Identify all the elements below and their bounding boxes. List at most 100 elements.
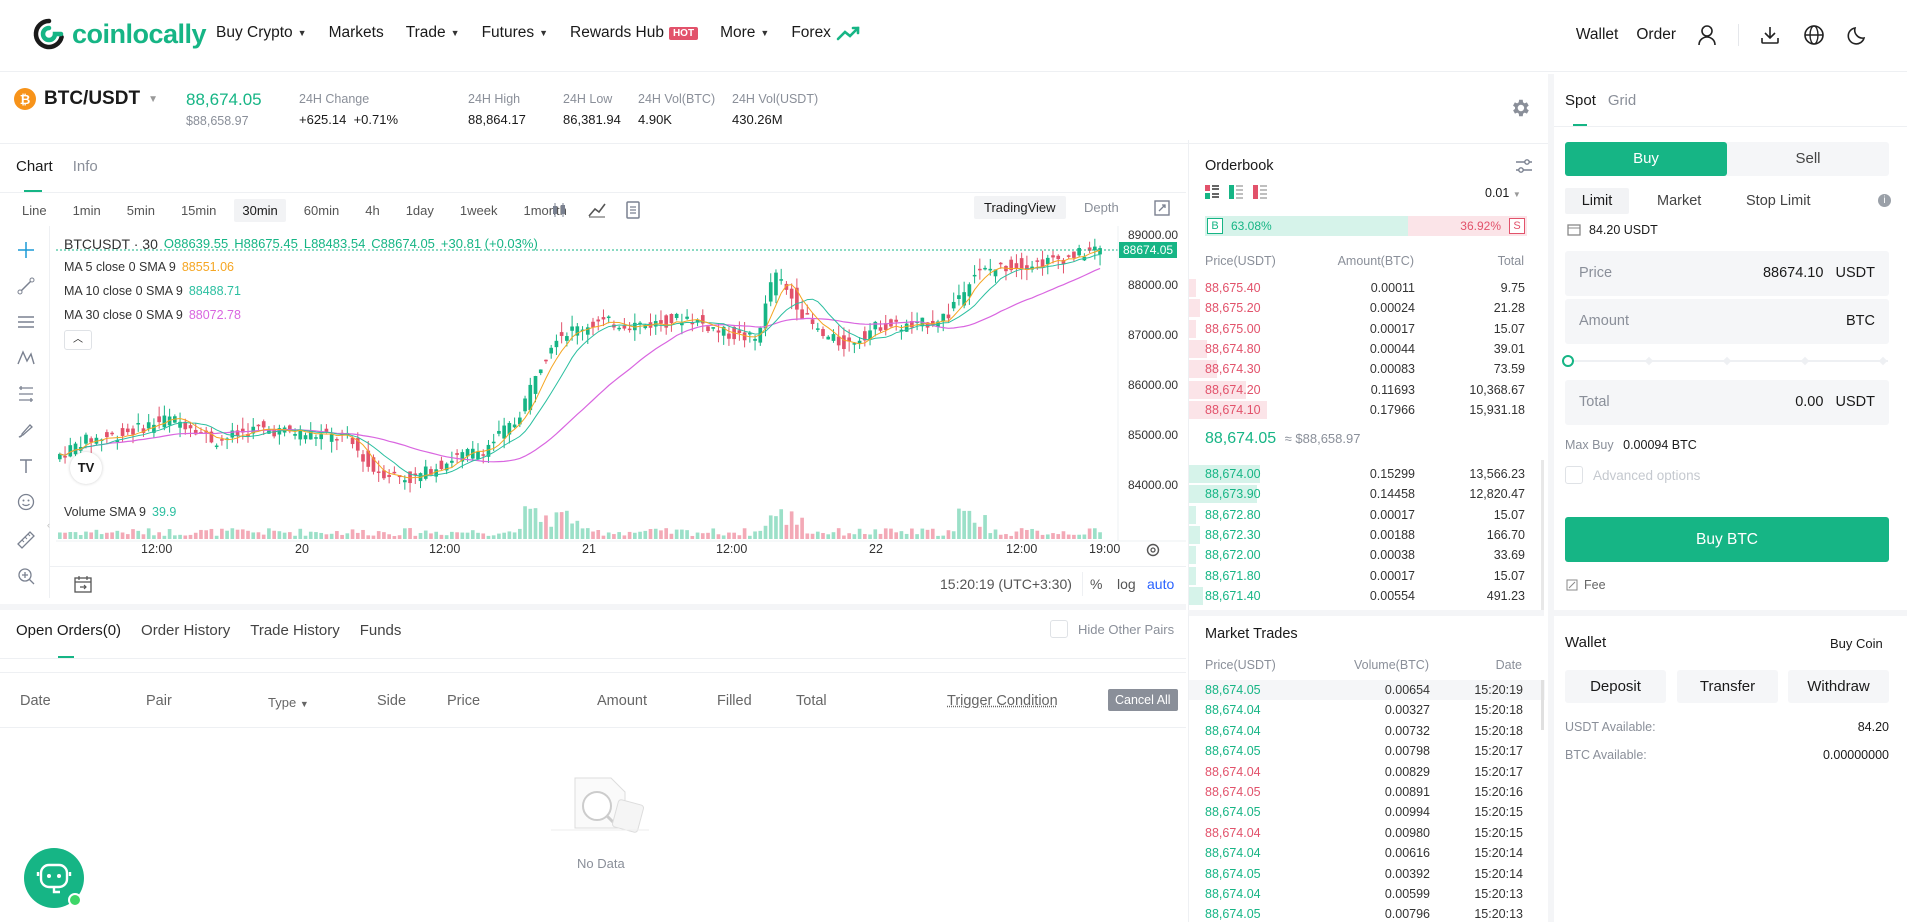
tradingview-toggle[interactable]: TradingView xyxy=(974,196,1066,219)
indicators-icon[interactable] xyxy=(588,202,606,218)
orderbook-scrollbar[interactable] xyxy=(1541,460,1544,610)
emoji-icon[interactable] xyxy=(16,492,36,512)
fib-icon[interactable] xyxy=(16,312,36,332)
hide-other-pairs-checkbox[interactable] xyxy=(1050,620,1068,638)
pattern-icon[interactable] xyxy=(16,348,36,368)
ma10-legend[interactable]: MA 10 close 0 SMA 9 88488.71 xyxy=(64,284,241,298)
order-type-limit[interactable]: Limit xyxy=(1565,188,1629,214)
tf-1min[interactable]: 1min xyxy=(65,199,109,222)
ma5-legend[interactable]: MA 5 close 0 SMA 9 88551.06 xyxy=(64,260,234,274)
info-icon[interactable]: i xyxy=(1878,194,1891,207)
collapse-legend-button[interactable]: ︿ xyxy=(64,330,92,350)
bid-row[interactable]: 88,671.40 0.00554 491.23 xyxy=(1189,586,1545,606)
tab-info[interactable]: Info xyxy=(73,158,98,175)
view-both-icon[interactable] xyxy=(1205,185,1219,199)
tab-funds[interactable]: Funds xyxy=(360,622,402,639)
col-type[interactable]: Type ▼ xyxy=(268,695,309,710)
nav-more[interactable]: More ▼ xyxy=(720,24,769,42)
total-input[interactable]: Total 0.00 USDT xyxy=(1565,380,1889,425)
ask-row[interactable]: 88,675.40 0.00011 9.75 xyxy=(1189,278,1545,298)
log-scale-button[interactable]: log xyxy=(1117,576,1136,592)
ask-row[interactable]: 88,674.80 0.00044 39.01 xyxy=(1189,339,1545,359)
projection-icon[interactable] xyxy=(16,384,36,404)
fee-link[interactable]: Fee xyxy=(1566,578,1606,592)
tab-open-orders[interactable]: Open Orders(0) xyxy=(16,622,121,639)
chart-settings-icon[interactable] xyxy=(1145,542,1161,558)
price-chart[interactable] xyxy=(56,226,1186,566)
dark-mode-icon[interactable] xyxy=(1845,22,1871,48)
trend-line-icon[interactable] xyxy=(16,276,36,296)
tf-60min[interactable]: 60min xyxy=(296,199,347,222)
tf-30min[interactable]: 30min xyxy=(234,199,286,222)
percent-scale-button[interactable]: % xyxy=(1090,576,1102,592)
buy-coin-link[interactable]: Buy Coin xyxy=(1830,636,1883,651)
tf-1day[interactable]: 1day xyxy=(398,199,442,222)
tab-grid[interactable]: Grid xyxy=(1608,92,1636,109)
withdraw-button[interactable]: Withdraw xyxy=(1788,670,1889,703)
tab-chart[interactable]: Chart xyxy=(16,158,53,175)
pair-selector[interactable]: ₿ BTC/USDT ▼ xyxy=(14,88,158,110)
ask-row[interactable]: 88,675.00 0.00017 15.07 xyxy=(1189,319,1545,339)
globe-icon[interactable] xyxy=(1801,22,1827,48)
tf-line[interactable]: Line xyxy=(14,199,55,222)
tradingview-logo-icon[interactable]: TV xyxy=(70,452,102,484)
advanced-options-checkbox[interactable] xyxy=(1565,466,1583,484)
nav-buy-crypto[interactable]: Buy Crypto ▼ xyxy=(216,24,307,42)
date-range-icon[interactable] xyxy=(73,574,93,594)
order-link[interactable]: Order xyxy=(1636,26,1676,44)
ask-row[interactable]: 88,674.30 0.00083 73.59 xyxy=(1189,359,1545,379)
fullscreen-icon[interactable] xyxy=(1154,200,1170,216)
collapse-toolbar-icon[interactable]: ‹ xyxy=(47,520,50,530)
wallet-link[interactable]: Wallet xyxy=(1576,26,1619,44)
zoom-in-icon[interactable] xyxy=(16,566,36,586)
transfer-button[interactable]: Transfer xyxy=(1677,670,1778,703)
auto-scale-button[interactable]: auto xyxy=(1147,576,1174,592)
amount-input[interactable]: Amount BTC xyxy=(1565,299,1889,344)
ask-row[interactable]: 88,674.20 0.11693 10,368.67 xyxy=(1189,380,1545,400)
nav-forex[interactable]: Forex xyxy=(791,24,862,42)
order-type-stop-limit[interactable]: Stop Limit xyxy=(1746,193,1810,209)
nav-markets[interactable]: Markets xyxy=(329,24,384,42)
nav-rewards-hub[interactable]: Rewards Hub HOT xyxy=(570,24,699,42)
tab-spot[interactable]: Spot xyxy=(1565,92,1596,109)
amount-slider[interactable] xyxy=(1562,355,1888,367)
bid-row[interactable]: 88,671.80 0.00017 15.07 xyxy=(1189,566,1545,586)
buy-btc-button[interactable]: Buy BTC xyxy=(1565,517,1889,562)
document-icon[interactable] xyxy=(626,201,640,219)
tf-15min[interactable]: 15min xyxy=(173,199,224,222)
hide-other-pairs[interactable]: Hide Other Pairs xyxy=(1050,620,1174,638)
depth-toggle[interactable]: Depth xyxy=(1084,200,1119,215)
nav-futures[interactable]: Futures ▼ xyxy=(482,24,548,42)
tab-order-history[interactable]: Order History xyxy=(141,622,230,639)
buy-tab-button[interactable]: Buy xyxy=(1565,142,1727,176)
user-icon[interactable] xyxy=(1694,22,1720,48)
ruler-icon[interactable] xyxy=(16,530,36,550)
precision-select[interactable]: 0.01 ▼ xyxy=(1485,186,1521,200)
view-bids-icon[interactable] xyxy=(1229,185,1243,199)
view-asks-icon[interactable] xyxy=(1253,185,1267,199)
candle-type-icon[interactable] xyxy=(551,202,567,218)
bid-row[interactable]: 88,672.30 0.00188 166.70 xyxy=(1189,525,1545,545)
tf-5min[interactable]: 5min xyxy=(119,199,163,222)
crosshair-icon[interactable] xyxy=(16,240,36,260)
orderbook-settings-icon[interactable] xyxy=(1515,158,1533,174)
brush-icon[interactable] xyxy=(16,420,36,440)
slider-handle[interactable] xyxy=(1562,355,1574,367)
cancel-all-button[interactable]: Cancel All xyxy=(1108,689,1178,711)
order-type-market[interactable]: Market xyxy=(1657,193,1701,209)
ma30-legend[interactable]: MA 30 close 0 SMA 9 88072.78 xyxy=(64,308,241,322)
bid-row[interactable]: 88,672.00 0.00038 33.69 xyxy=(1189,545,1545,565)
nav-trade[interactable]: Trade ▼ xyxy=(406,24,460,42)
tf-4h[interactable]: 4h xyxy=(357,199,387,222)
deposit-button[interactable]: Deposit xyxy=(1565,670,1666,703)
bid-row[interactable]: 88,674.00 0.15299 13,566.23 xyxy=(1189,464,1545,484)
gear-icon[interactable] xyxy=(1509,97,1531,119)
bid-row[interactable]: 88,673.90 0.14458 12,820.47 xyxy=(1189,484,1545,504)
ask-row[interactable]: 88,675.20 0.00024 21.28 xyxy=(1189,298,1545,318)
advanced-options[interactable]: Advanced options xyxy=(1565,466,1700,484)
price-input[interactable]: Price 88674.10 USDT xyxy=(1565,251,1889,296)
sell-tab-button[interactable]: Sell xyxy=(1727,142,1889,176)
ask-row[interactable]: 88,674.10 0.17966 15,931.18 xyxy=(1189,400,1545,420)
volume-legend[interactable]: Volume SMA 9 39.9 xyxy=(64,505,176,519)
download-icon[interactable] xyxy=(1757,22,1783,48)
